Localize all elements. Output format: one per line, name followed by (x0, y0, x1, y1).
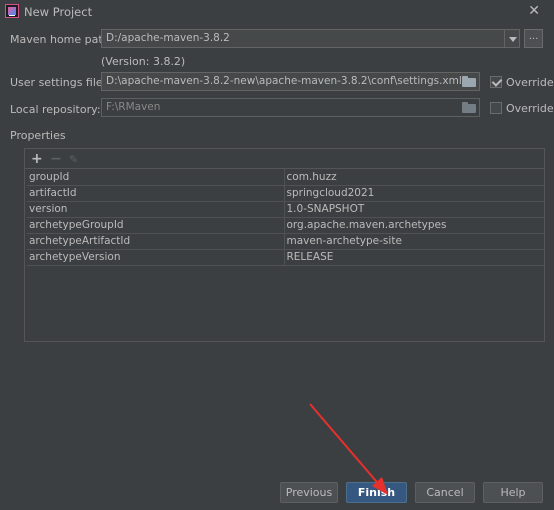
table-row[interactable]: archetypeGroupId org.apache.maven.archet… (27, 217, 544, 234)
property-key[interactable]: archetypeGroupId (27, 217, 285, 234)
properties-toolbar: + − ✎ (25, 149, 544, 169)
property-value[interactable]: springcloud2021 (284, 185, 544, 202)
window-title: New Project (24, 5, 93, 19)
properties-panel: + − ✎ groupId com.huzz artifactId spring… (24, 148, 545, 342)
local-repo-override-checkbox[interactable] (490, 102, 502, 114)
table-row[interactable]: groupId com.huzz (27, 169, 544, 186)
pencil-icon[interactable]: ✎ (69, 153, 78, 166)
finish-button[interactable]: Finish (346, 482, 407, 503)
property-value[interactable]: 1.0-SNAPSHOT (284, 201, 544, 218)
property-key[interactable]: archetypeVersion (27, 249, 285, 266)
properties-section-label: Properties (10, 129, 66, 142)
property-value[interactable]: com.huzz (284, 169, 544, 186)
property-value[interactable]: RELEASE (284, 249, 544, 266)
local-repo-override-label: Override (506, 102, 554, 115)
property-key[interactable]: archetypeArtifactId (27, 233, 285, 250)
chevron-down-icon[interactable] (504, 29, 520, 48)
user-settings-label: User settings file: (10, 76, 107, 89)
folder-icon[interactable] (462, 76, 476, 87)
maven-home-label: Maven home path: (10, 33, 114, 46)
table-row[interactable]: archetypeArtifactId maven-archetype-site (27, 233, 544, 250)
cancel-button[interactable]: Cancel (415, 482, 475, 503)
folder-icon[interactable] (462, 102, 476, 113)
property-value[interactable]: org.apache.maven.archetypes (284, 217, 544, 234)
browse-maven-home-button[interactable]: ... (524, 29, 543, 48)
table-row[interactable]: archetypeVersion RELEASE (27, 249, 544, 266)
property-key[interactable]: artifactId (27, 185, 285, 202)
maven-version-note: (Version: 3.8.2) (101, 55, 186, 68)
intellij-app-icon (5, 4, 19, 18)
property-key[interactable]: version (27, 201, 285, 218)
user-settings-override-checkbox[interactable] (490, 76, 502, 88)
previous-button[interactable]: Previous (280, 482, 338, 503)
property-key[interactable]: groupId (27, 169, 285, 186)
user-settings-override-label: Override (506, 76, 554, 89)
title-bar: New Project ✕ (0, 0, 554, 24)
help-button[interactable]: Help (483, 482, 543, 503)
table-row[interactable]: artifactId springcloud2021 (27, 185, 544, 202)
close-icon[interactable]: ✕ (528, 3, 540, 19)
local-repo-field[interactable]: F:\RMaven (101, 98, 480, 117)
minus-icon[interactable]: − (50, 151, 62, 167)
plus-icon[interactable]: + (31, 151, 43, 167)
table-row[interactable]: version 1.0-SNAPSHOT (27, 201, 544, 218)
properties-table: groupId com.huzz artifactId springcloud2… (27, 169, 544, 266)
user-settings-field[interactable]: D:\apache-maven-3.8.2-new\apache-maven-3… (101, 72, 480, 91)
maven-home-combo[interactable]: D:/apache-maven-3.8.2 (101, 29, 505, 48)
property-value[interactable]: maven-archetype-site (284, 233, 544, 250)
local-repo-label: Local repository: (10, 103, 101, 116)
